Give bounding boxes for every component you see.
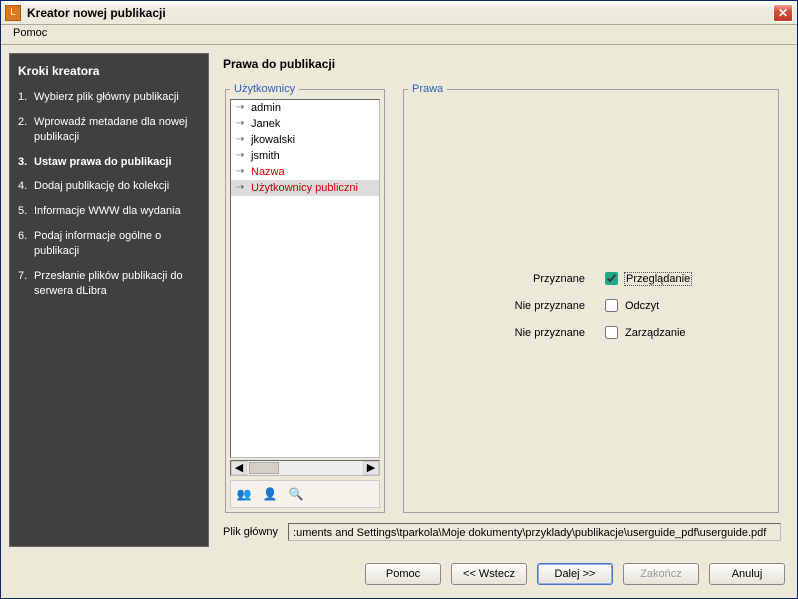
step-number: 3. [18,155,34,170]
step-number: 1. [18,90,34,105]
content: Kroki kreatora 1.Wybierz plik główny pub… [1,45,797,555]
wizard-step[interactable]: 5.Informacje WWW dla wydania [18,204,200,219]
user-icon: ⇢ [233,166,247,178]
rights-status: Nie przyznane [461,300,601,312]
next-button[interactable]: Dalej >> [537,563,613,585]
window-title: Kreator nowej publikacji [27,6,166,20]
rights-legend: Prawa [408,83,447,95]
step-number: 5. [18,204,34,219]
rights-status: Przyznane [461,273,601,285]
user-icon: ⇢ [233,150,247,162]
user-label: Nazwa [251,166,285,178]
step-number: 7. [18,269,34,299]
users-red-icon[interactable]: 👥 [233,483,255,505]
users-toolbar: 👥 👤 🔍 [230,480,380,508]
rights-checkbox[interactable] [605,272,618,285]
step-number: 2. [18,115,34,145]
rights-status: Nie przyznane [461,327,601,339]
help-button[interactable]: Pomoc [365,563,441,585]
users-hscroll[interactable]: ◀ ▶ [230,460,380,476]
rights-label: Odczyt [625,300,659,312]
cancel-button[interactable]: Anuluj [709,563,785,585]
step-label: Informacje WWW dla wydania [34,204,181,219]
step-number: 6. [18,229,34,259]
rights-checkbox-wrap[interactable]: Zarządzanie [601,323,721,342]
scroll-left-arrow[interactable]: ◀ [231,461,247,475]
finish-button: Zakończ [623,563,699,585]
user-row[interactable]: ⇢ Nazwa [231,164,379,180]
wizard-steps: 1.Wybierz plik główny publikacji2.Wprowa… [18,90,200,298]
user-row[interactable]: ⇢ Użytkownicy publiczni [231,180,379,196]
step-label: Ustaw prawa do publikacji [34,155,172,170]
rights-checkbox[interactable] [605,299,618,312]
titlebar: L Kreator nowej publikacji ✕ [1,1,797,25]
user-label: Użytkownicy publiczni [251,182,358,194]
rights-row: Przyznane Przeglądanie [461,269,721,288]
button-bar: Pomoc << Wstecz Dalej >> Zakończ Anuluj [1,555,797,593]
rights-label: Zarządzanie [625,327,686,339]
wizard-step[interactable]: 4.Dodaj publikację do kolekcji [18,179,200,194]
menubar: Pomoc [1,25,797,45]
rights-label: Przeglądanie [625,273,691,285]
user-icon[interactable]: 👤 [259,483,281,505]
menu-help[interactable]: Pomoc [7,25,53,41]
user-label: jsmith [251,150,280,162]
user-row[interactable]: ⇢ jsmith [231,148,379,164]
step-number: 4. [18,179,34,194]
step-label: Dodaj publikację do kolekcji [34,179,169,194]
users-fieldset: Użytkownicy ⇢ admin ⇢ Janek ⇢ jkowalski ⇢ jsmit… [225,83,385,513]
wizard-step[interactable]: 3.Ustaw prawa do publikacji [18,155,200,170]
step-label: Podaj informacje ogólne o publikacji [34,229,200,259]
step-label: Wprowadź metadane dla nowej publikacji [34,115,200,145]
wizard-step[interactable]: 6.Podaj informacje ogólne o publikacji [18,229,200,259]
user-row[interactable]: ⇢ jkowalski [231,132,379,148]
user-label: admin [251,102,281,114]
path-input[interactable]: :uments and Settings\tparkola\Moje dokum… [288,523,781,541]
step-label: Przesłanie plików publikacji do serwera … [34,269,200,299]
user-label: Janek [251,118,280,130]
rights-row: Nie przyznane Odczyt [461,296,721,315]
user-icon: ⇢ [233,102,247,114]
sidebar-title: Kroki kreatora [18,64,200,78]
scroll-thumb[interactable] [249,462,279,474]
page-title: Prawa do publikacji [223,57,781,71]
search-user-icon[interactable]: 🔍 [285,483,307,505]
app-icon: L [5,5,21,21]
user-row[interactable]: ⇢ Janek [231,116,379,132]
footer-path: Plik główny :uments and Settings\tparkol… [223,521,781,543]
user-icon: ⇢ [233,118,247,130]
wizard-step[interactable]: 1.Wybierz plik główny publikacji [18,90,200,105]
user-icon: ⇢ [233,134,247,146]
users-list[interactable]: ⇢ admin ⇢ Janek ⇢ jkowalski ⇢ jsmith ⇢ Nazwa ⇢ Użyt… [230,99,380,458]
path-label: Plik główny [223,526,278,538]
user-icon: ⇢ [233,182,247,194]
wizard-step[interactable]: 2.Wprowadź metadane dla nowej publikacji [18,115,200,145]
wizard-step[interactable]: 7.Przesłanie plików publikacji do serwer… [18,269,200,299]
rights-checkbox[interactable] [605,326,618,339]
user-label: jkowalski [251,134,295,146]
step-label: Wybierz plik główny publikacji [34,90,179,105]
rights-checkbox-wrap[interactable]: Odczyt [601,296,721,315]
rights-rows: Przyznane Przeglądanie Nie przyznane Odczyt… [408,269,774,342]
users-legend: Użytkownicy [230,83,299,95]
main-panel: Prawa do publikacji Użytkownicy ⇢ admin ⇢ J… [209,53,789,547]
panels: Użytkownicy ⇢ admin ⇢ Janek ⇢ jkowalski ⇢ jsmit… [223,83,781,513]
close-button[interactable]: ✕ [773,4,793,22]
rights-row: Nie przyznane Zarządzanie [461,323,721,342]
rights-checkbox-wrap[interactable]: Przeglądanie [601,269,721,288]
wizard-sidebar: Kroki kreatora 1.Wybierz plik główny pub… [9,53,209,547]
rights-fieldset: Prawa Przyznane Przeglądanie Nie przyznane… [403,83,779,513]
user-row[interactable]: ⇢ admin [231,100,379,116]
back-button[interactable]: << Wstecz [451,563,527,585]
scroll-right-arrow[interactable]: ▶ [363,461,379,475]
